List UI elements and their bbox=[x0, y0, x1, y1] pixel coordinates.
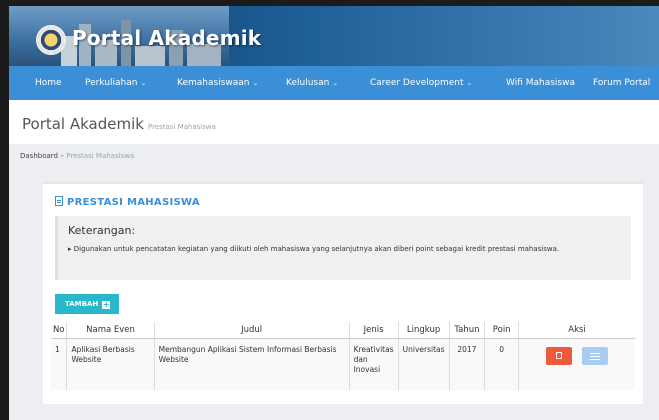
plus-icon: + bbox=[102, 300, 111, 309]
nav-career-development[interactable]: Career Development ⌄ bbox=[370, 66, 472, 100]
nav-label: Wifi Mahasiswa bbox=[506, 78, 575, 88]
page-subtitle: Prestasi Mahasiswa bbox=[147, 123, 216, 131]
cell-event: Aplikasi Berbasis Website bbox=[66, 338, 155, 390]
cell-no: 1 bbox=[51, 338, 68, 390]
nav-label: Kemahasiswaan bbox=[177, 78, 250, 88]
header-points: Poin bbox=[484, 322, 520, 339]
page-title-text: Portal Akademik bbox=[22, 115, 144, 133]
table-header-row: No Nama Even Judul Jenis Lingkup Tahun P… bbox=[51, 322, 635, 339]
cell-title: Membangun Aplikasi Sistem Informasi Berb… bbox=[154, 338, 350, 390]
cell-type: Kreativitas dan Inovasi bbox=[349, 338, 399, 390]
nav-label: Forum Portal bbox=[593, 78, 651, 88]
cell-scope: Universitas bbox=[398, 338, 450, 390]
achievement-table: No Nama Even Judul Jenis Lingkup Tahun P… bbox=[51, 322, 635, 390]
chevron-down-icon: ⌄ bbox=[466, 79, 473, 87]
add-button-label: TAMBAH bbox=[65, 300, 99, 308]
chevron-down-icon: ⌄ bbox=[140, 79, 147, 87]
header-banner: Portal Akademik bbox=[9, 6, 659, 66]
nav-forum-portal[interactable]: Forum Portal bbox=[593, 66, 650, 100]
document-icon bbox=[55, 196, 63, 206]
nav-kemahasiswaan[interactable]: Kemahasiswaan ⌄ bbox=[177, 66, 258, 100]
app-window: Portal Akademik Home Perkuliahan ⌄ Kemaha… bbox=[9, 6, 659, 420]
edit-icon bbox=[556, 351, 563, 359]
main-navbar: Home Perkuliahan ⌄ Kemahasiswaan ⌄ Kelulus… bbox=[9, 66, 659, 100]
info-note: Keterangan: ▸ Digunakan untuk pencatatan… bbox=[55, 216, 631, 280]
panel-title-text: PRESTASI MAHASISWA bbox=[67, 197, 200, 208]
header-scope: Lingkup bbox=[398, 322, 450, 339]
cell-year: 2017 bbox=[449, 338, 486, 390]
edit-button[interactable] bbox=[546, 346, 573, 365]
cell-actions bbox=[519, 338, 635, 390]
header-year: Tahun bbox=[449, 322, 486, 339]
cell-points: 0 bbox=[484, 338, 520, 390]
breadcrumb: Dashboard» Prestasi Mahasiswa bbox=[20, 152, 134, 160]
nav-perkuliahan[interactable]: Perkuliahan ⌄ bbox=[85, 66, 146, 100]
list-icon bbox=[590, 352, 601, 354]
header-type: Jenis bbox=[349, 322, 399, 339]
table-row: 1 Aplikasi Berbasis Website Membangun Ap… bbox=[51, 338, 635, 390]
achievement-panel: PRESTASI MAHASISWA Keterangan: ▸ Digunak… bbox=[43, 182, 643, 404]
header-action: Aksi bbox=[518, 322, 635, 339]
nav-wifi-mahasiswa[interactable]: Wifi Mahasiswa bbox=[506, 66, 575, 100]
nav-label: Home bbox=[35, 78, 62, 88]
nav-label: Perkuliahan bbox=[85, 78, 138, 88]
brand-title[interactable]: Portal Akademik bbox=[72, 26, 261, 50]
panel-title: PRESTASI MAHASISWA bbox=[55, 196, 200, 208]
page-title: Portal Akademik Prestasi Mahasiswa bbox=[22, 115, 216, 133]
add-button[interactable]: TAMBAH + bbox=[55, 294, 119, 314]
note-title: Keterangan: bbox=[68, 224, 136, 237]
university-seal-icon[interactable] bbox=[36, 25, 66, 55]
chevron-down-icon: ⌄ bbox=[252, 79, 259, 87]
breadcrumb-current: Prestasi Mahasiswa bbox=[66, 152, 135, 160]
breadcrumb-dashboard[interactable]: Dashboard bbox=[20, 152, 58, 160]
nav-label: Career Development bbox=[370, 78, 464, 88]
nav-home[interactable]: Home bbox=[35, 66, 62, 100]
chevron-down-icon: ⌄ bbox=[332, 79, 339, 87]
page-header: Portal Akademik Prestasi Mahasiswa bbox=[9, 100, 659, 144]
nav-kelulusan[interactable]: Kelulusan ⌄ bbox=[286, 66, 338, 100]
detail-button[interactable] bbox=[582, 346, 609, 365]
header-no: No bbox=[51, 322, 68, 339]
breadcrumb-separator: » bbox=[59, 152, 65, 160]
note-text: ▸ Digunakan untuk pencatatan kegiatan ya… bbox=[68, 245, 560, 253]
header-event: Nama Even bbox=[66, 322, 155, 339]
nav-label: Kelulusan bbox=[286, 78, 330, 88]
header-title: Judul bbox=[154, 322, 350, 339]
